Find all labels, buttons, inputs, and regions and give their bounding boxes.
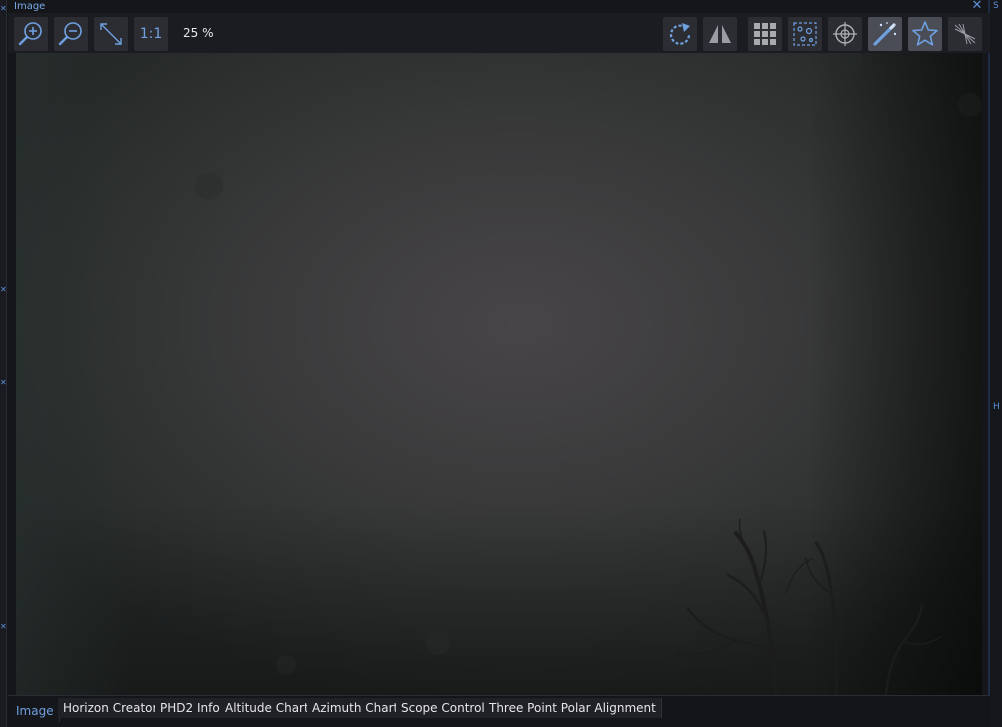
auto-stretch-button[interactable] xyxy=(868,17,902,51)
close-icon[interactable]: ✕ xyxy=(970,0,984,13)
rotate-icon xyxy=(669,23,691,45)
dock-divider xyxy=(988,0,990,727)
dock-pin-icon[interactable]: ✕ xyxy=(0,378,7,388)
tab-altitude-chart[interactable]: Altitude Chart xyxy=(220,698,315,718)
nina-image-panel: ✕ ✕ ✕ ✕ S H Image ✕ 1:1 25 % Image Horiz… xyxy=(0,0,1002,727)
one-to-one-button[interactable]: 1:1 xyxy=(134,17,168,51)
image-viewport[interactable] xyxy=(16,53,982,695)
detect-stars-icon xyxy=(912,21,938,46)
crosshair-icon xyxy=(833,22,857,46)
grid-button[interactable] xyxy=(748,17,782,51)
zoom-level-readout: 25 % xyxy=(183,26,214,40)
right-panel-title-fragment[interactable]: S xyxy=(993,1,1002,11)
zoom-out-icon xyxy=(58,22,82,46)
flip-button[interactable] xyxy=(703,17,737,51)
dock-pin-icon[interactable]: ✕ xyxy=(0,4,7,14)
zoom-in-icon xyxy=(18,22,42,46)
right-panel-title-fragment[interactable]: H xyxy=(993,402,1002,412)
flip-icon xyxy=(709,25,731,43)
detect-stars-button[interactable] xyxy=(908,17,942,51)
tab-scope-control[interactable]: Scope Control xyxy=(396,698,491,718)
bahtinov-icon xyxy=(954,23,976,45)
image-foreground-overlay xyxy=(195,53,982,695)
document-tab-strip: Image Horizon Creator PHD2 Info Altitude… xyxy=(8,695,990,727)
tab-azimuth-chart[interactable]: Azimuth Chart xyxy=(307,698,405,718)
tab-image[interactable]: Image xyxy=(11,698,60,722)
panel-title-bar: Image ✕ xyxy=(8,0,988,13)
rotate-button[interactable] xyxy=(663,17,697,51)
zoom-out-button[interactable] xyxy=(54,17,88,51)
tab-phd2-info[interactable]: PHD2 Info xyxy=(155,698,226,718)
panel-title: Image xyxy=(14,1,46,12)
plate-solve-button[interactable] xyxy=(788,17,822,51)
tab-horizon-creator[interactable]: Horizon Creator xyxy=(58,698,164,718)
dock-pin-icon[interactable]: ✕ xyxy=(0,622,7,632)
plate-solve-icon xyxy=(793,22,817,46)
auto-stretch-icon xyxy=(873,22,897,46)
dock-pin-icon[interactable]: ✕ xyxy=(0,285,7,295)
tab-three-point-polar-alignment[interactable]: Three Point Polar Alignment xyxy=(484,698,662,718)
right-dock-edge: S H xyxy=(988,0,1002,727)
bahtinov-button[interactable] xyxy=(948,17,982,51)
one-to-one-icon: 1:1 xyxy=(139,26,163,42)
fit-to-screen-icon xyxy=(100,23,122,45)
left-dock-edge: ✕ ✕ ✕ ✕ xyxy=(0,0,7,727)
image-toolbar: 1:1 25 % xyxy=(8,13,990,53)
fit-to-screen-button[interactable] xyxy=(94,17,128,51)
crosshair-button[interactable] xyxy=(828,17,862,51)
grid-icon xyxy=(754,23,776,45)
zoom-in-button[interactable] xyxy=(14,17,48,51)
